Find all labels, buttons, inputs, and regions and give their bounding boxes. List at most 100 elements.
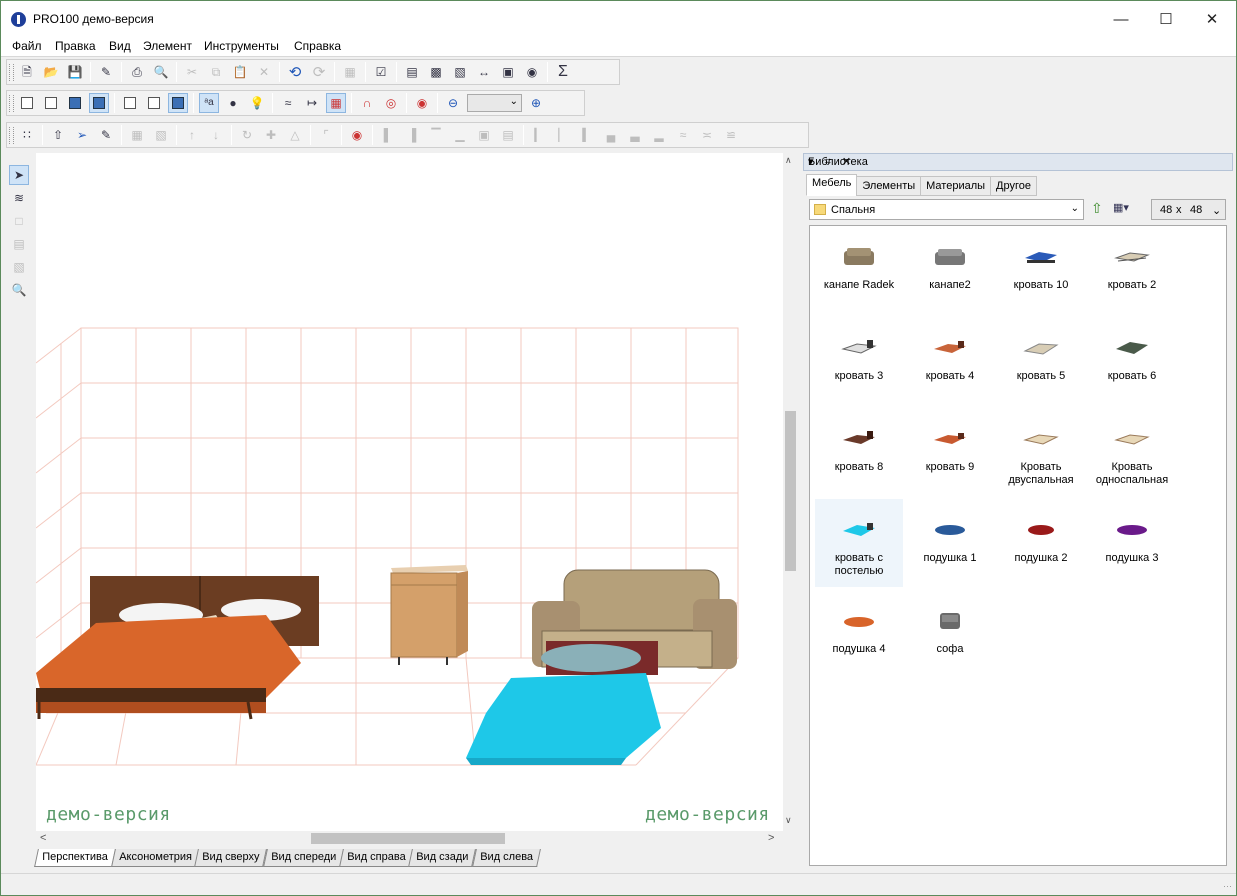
cut-lines-icon[interactable]: ≈: [279, 94, 297, 112]
undo-icon[interactable]: ⟲: [286, 63, 304, 81]
scroll-up-icon[interactable]: ∧: [785, 155, 792, 166]
library-item[interactable]: Кровать двуспальная: [997, 408, 1085, 496]
shaded-box-icon[interactable]: [89, 93, 109, 113]
library-item[interactable]: кровать 10: [997, 226, 1085, 314]
delete-icon[interactable]: ✕: [255, 63, 273, 81]
library-item[interactable]: кровать 8: [815, 408, 903, 496]
horizontal-scrollbar[interactable]: < >: [36, 831, 783, 846]
scroll-right-icon[interactable]: >: [768, 832, 774, 844]
handle-icon[interactable]: ⌜: [317, 126, 335, 144]
select-arrow-icon[interactable]: ➤: [9, 165, 29, 185]
maximize-button[interactable]: ☐: [1143, 5, 1189, 33]
move-up-icon[interactable]: ↑: [183, 126, 201, 144]
label-tool-icon[interactable]: ▧: [10, 258, 28, 276]
library-item[interactable]: Кровать односпальная: [1088, 408, 1176, 496]
vertical-scrollbar[interactable]: ∧ ∨: [783, 153, 798, 831]
text-labels-icon[interactable]: ᵃa: [199, 93, 219, 113]
render-box-1-icon[interactable]: [121, 94, 139, 112]
resize-grip-icon[interactable]: ⋯: [1223, 881, 1232, 892]
tab-left-view[interactable]: Вид слева: [471, 849, 541, 867]
library-item[interactable]: кровать 9: [906, 408, 994, 496]
library-item[interactable]: подушка 4: [815, 590, 903, 678]
ruler-icon[interactable]: ↦: [303, 94, 321, 112]
report-preview-icon[interactable]: ▩: [427, 63, 445, 81]
target-icon[interactable]: ◎: [382, 94, 400, 112]
library-item[interactable]: канапе2: [906, 226, 994, 314]
menu-element[interactable]: Элемент: [143, 39, 192, 53]
zoom-select[interactable]: ⌄: [467, 94, 522, 112]
list-icon[interactable]: ▧: [451, 63, 469, 81]
align-front-icon[interactable]: ▣: [475, 126, 493, 144]
magnifier-icon[interactable]: 🔍: [10, 281, 28, 299]
distribute-8-icon[interactable]: ≍: [698, 126, 716, 144]
distribute-6-icon[interactable]: ▂: [650, 126, 668, 144]
render-box-3-icon[interactable]: [168, 93, 188, 113]
checklist-icon[interactable]: ☑: [372, 63, 390, 81]
library-item[interactable]: кровать 6: [1088, 317, 1176, 405]
materials-icon[interactable]: ●: [224, 94, 242, 112]
solid-box-icon[interactable]: [66, 94, 84, 112]
redo-icon[interactable]: ⟳: [310, 63, 328, 81]
zoom-out-icon[interactable]: ⊖: [444, 94, 462, 112]
library-item[interactable]: канапе Radek: [815, 226, 903, 314]
dimension-tool-icon[interactable]: ▤: [10, 235, 28, 253]
wall-tool-icon[interactable]: ≋: [10, 189, 28, 207]
align-left-icon[interactable]: ▌: [379, 126, 397, 144]
3d-viewport[interactable]: демо-версия демо-версия: [36, 153, 783, 831]
dimension-icon[interactable]: ↔: [475, 63, 493, 81]
tab-axonometry[interactable]: Аксонометрия: [110, 849, 200, 867]
distribute-1-icon[interactable]: ▎: [530, 126, 548, 144]
pointer-move-icon[interactable]: ➢: [73, 126, 91, 144]
move-down-icon[interactable]: ↓: [207, 126, 225, 144]
menu-file[interactable]: Файл: [12, 39, 42, 53]
distribute-7-icon[interactable]: ≈: [674, 126, 692, 144]
tab-other[interactable]: Другое: [990, 176, 1037, 196]
library-item[interactable]: кровать 3: [815, 317, 903, 405]
properties-icon[interactable]: ✎: [97, 63, 115, 81]
tab-top-view[interactable]: Вид сверху: [194, 849, 268, 867]
scroll-left-icon[interactable]: <: [40, 832, 46, 844]
close-button[interactable]: ✕: [1189, 5, 1235, 33]
tab-elements[interactable]: Элементы: [856, 176, 922, 196]
menu-tools[interactable]: Инструменты: [204, 39, 279, 53]
distribute-2-icon[interactable]: ▏: [554, 126, 572, 144]
rotate-icon[interactable]: ↻: [238, 126, 256, 144]
render-box-2-icon[interactable]: [145, 94, 163, 112]
tab-back-view[interactable]: Вид сзади: [408, 849, 477, 867]
magnet-icon[interactable]: ∩: [358, 94, 376, 112]
new-icon[interactable]: 🗎: [18, 63, 36, 81]
menu-help[interactable]: Справка: [294, 39, 341, 53]
scroll-down-icon[interactable]: ∨: [785, 815, 792, 826]
mirror-icon[interactable]: △: [286, 126, 304, 144]
menu-edit[interactable]: Правка: [55, 39, 96, 53]
library-window-controls-icon[interactable]: ▾ ⌗ ✕: [808, 155, 1226, 169]
view-mode-icon[interactable]: ▦▾: [1113, 201, 1129, 214]
tab-right-view[interactable]: Вид справа: [338, 849, 414, 867]
distribute-4-icon[interactable]: ▄: [602, 126, 620, 144]
sigma-icon[interactable]: Σ: [554, 63, 572, 81]
minimize-button[interactable]: —: [1098, 5, 1144, 33]
align-back-icon[interactable]: ▤: [499, 126, 517, 144]
room-tool-icon[interactable]: □: [10, 212, 28, 230]
tab-front-view[interactable]: Вид спереди: [262, 849, 344, 867]
move-cross-icon[interactable]: ✚: [262, 126, 280, 144]
print-preview-icon[interactable]: 🔍: [152, 63, 170, 81]
grid-dots-icon[interactable]: ∷: [18, 126, 36, 144]
folder-select[interactable]: Спальня ⌄: [809, 199, 1084, 220]
transform-icon[interactable]: ▦: [341, 63, 359, 81]
library-item[interactable]: кровать 5: [997, 317, 1085, 405]
print-icon[interactable]: ⎙: [128, 63, 146, 81]
menu-view[interactable]: Вид: [109, 39, 131, 53]
library-item[interactable]: кровать 2: [1088, 226, 1176, 314]
lifebuoy-icon-2[interactable]: ◉: [348, 126, 366, 144]
align-top-icon[interactable]: ▔: [427, 126, 445, 144]
copy-icon[interactable]: ⧉: [207, 63, 225, 81]
library-item[interactable]: подушка 1: [906, 499, 994, 587]
save-icon[interactable]: 💾: [66, 63, 84, 81]
thumbnail-size-select[interactable]: 48 x 48 ⌄: [1151, 199, 1226, 220]
paste-icon[interactable]: 📋: [231, 63, 249, 81]
ungroup-icon[interactable]: ▧: [152, 126, 170, 144]
vertical-scroll-thumb[interactable]: [785, 411, 796, 571]
group-icon[interactable]: ▦: [128, 126, 146, 144]
tab-perspective[interactable]: Перспектива: [34, 849, 116, 867]
